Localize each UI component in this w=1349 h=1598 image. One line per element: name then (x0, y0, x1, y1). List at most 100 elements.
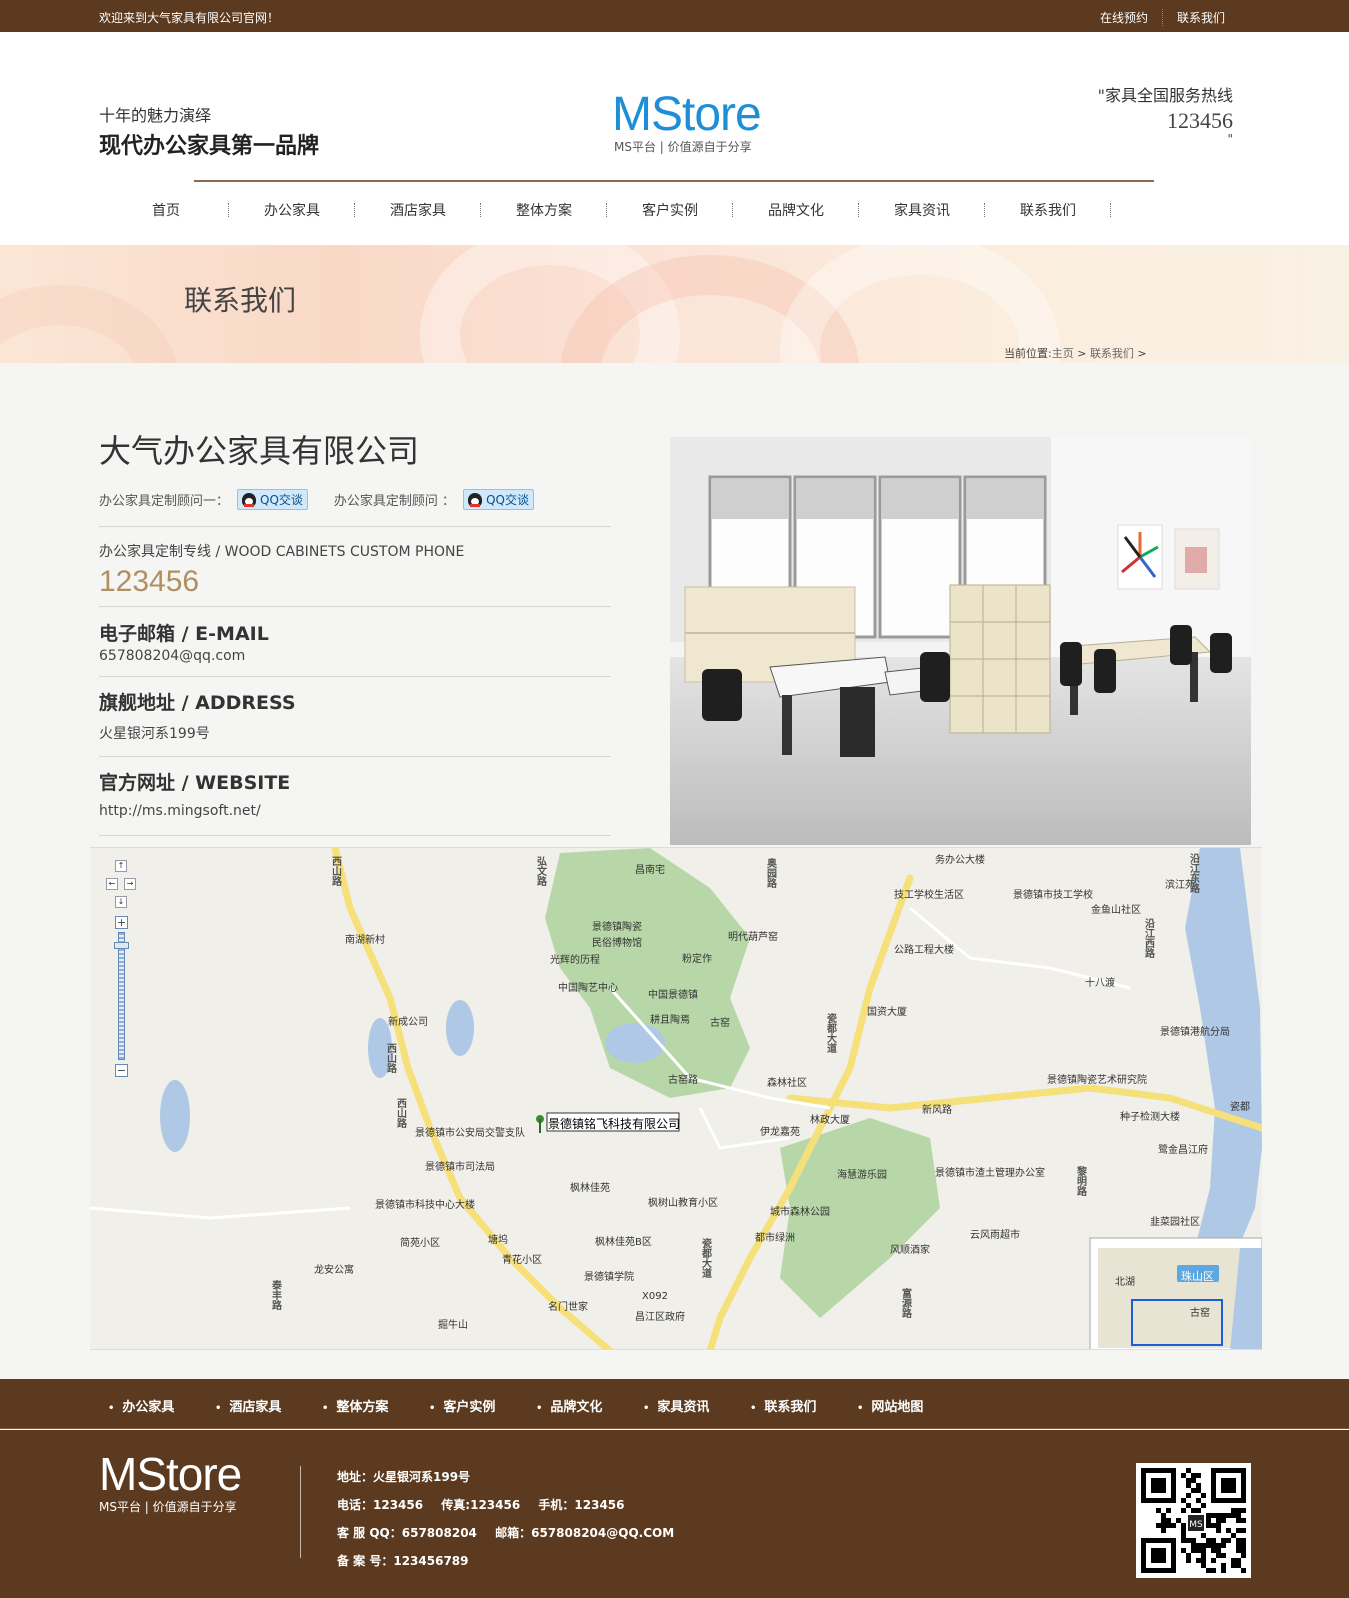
footer-nav-items: 办公家具 酒店家具 整体方案 客户实例 品牌文化 家具资讯 联系我们 网站地图 (108, 1396, 964, 1415)
website-title: 官方网址 / WEBSITE (99, 772, 291, 794)
nav-item-cases[interactable]: 客户实例 (607, 200, 733, 220)
map-place-label: 掘牛山 (438, 1318, 468, 1331)
pan-up-icon[interactable]: ↑ (115, 860, 127, 872)
map-place-label: 富源路 (900, 1287, 912, 1319)
map-place-label: 瓷都大道 (700, 1237, 713, 1279)
qq-button-label: QQ交谈 (486, 493, 529, 507)
footer-nav-sitemap[interactable]: 网站地图 (857, 1396, 964, 1415)
map-place-label: 龙安公寓 (314, 1263, 354, 1276)
map-place-label: 技工学校生活区 (894, 888, 964, 901)
address-value: 火星银河系199号 (99, 726, 210, 742)
nav-item-hotel-furniture[interactable]: 酒店家具 (355, 200, 481, 220)
email-value[interactable]: 657808204@qq.com (99, 648, 245, 664)
qr-code: MS (1136, 1463, 1251, 1578)
footer-nav-cases[interactable]: 客户实例 (429, 1396, 536, 1415)
zoom-slider[interactable] (118, 932, 125, 1060)
banner-decoration (0, 285, 180, 363)
map-place-label: 西山路 (330, 856, 342, 887)
footer: MStore MS平台 | 价值源自于分享 地址：火星银河系199号 电话：12… (0, 1430, 1349, 1598)
map-place-label: 城市森林公园 (770, 1205, 830, 1218)
top-link-contact[interactable]: 联系我们 (1161, 9, 1239, 26)
logo-tagline: MS平台 | 价值源自于分享 (614, 140, 752, 154)
map-place-label: 沿江西路 (1143, 917, 1155, 959)
map-place-label: 风顺酒家 (890, 1243, 930, 1256)
pan-left-icon[interactable]: ← (106, 878, 118, 890)
breadcrumb-current[interactable]: 联系我们 (1090, 347, 1134, 360)
hotline: "家具全国服务热线 123456 " (1098, 82, 1233, 146)
top-bar: 欢迎来到大气家具有限公司官网！ 在线预约 联系我们 (0, 0, 1349, 32)
breadcrumb-home[interactable]: 主页 (1052, 347, 1074, 360)
footer-info: 地址：火星银河系199号 电话：123456 传真:123456 手机：1234… (337, 1463, 688, 1575)
map-place-label: 景德镇市司法局 (425, 1160, 495, 1173)
map-place-label: 青花小区 (502, 1253, 542, 1266)
nav-item-solutions[interactable]: 整体方案 (481, 200, 607, 220)
logo-name: MStore (612, 88, 762, 141)
nav-item-brand[interactable]: 品牌文化 (733, 200, 859, 220)
map-place-label: 景德镇陶瓷艺术研究院 (1047, 1073, 1147, 1086)
footer-nav-solutions[interactable]: 整体方案 (322, 1396, 429, 1415)
qq-chat-button-1[interactable]: QQ交谈 (237, 489, 308, 510)
footer-qq: 客 服 QQ：657808204 (337, 1526, 477, 1540)
zoom-slider-handle[interactable] (114, 942, 129, 949)
map-place-label: 奥园路 (765, 857, 777, 889)
footer-logo-tagline: MS平台 | 价值源自于分享 (99, 1500, 237, 1514)
map-marker-label[interactable]: 景德镇铭飞科技有限公司 (548, 1115, 680, 1132)
main-nav: 首页 办公家具 酒店家具 整体方案 客户实例 品牌文化 家具资讯 联系我们 (103, 200, 1111, 220)
website-value[interactable]: http://ms.mingsoft.net/ (99, 803, 261, 819)
hotline-close-quote: " (1227, 132, 1233, 146)
map-place-label: 黎明路 (1075, 1165, 1087, 1197)
map-place-label: 韭菜园社区 (1150, 1215, 1200, 1228)
map-place-label: 塘坞 (488, 1233, 508, 1246)
map-place-label: 泰丰路 (270, 1279, 283, 1311)
qq-chat-button-2[interactable]: QQ交谈 (463, 489, 534, 510)
map-place-label: 古窑 (710, 1016, 730, 1029)
map-place-label: 南湖新村 (345, 933, 385, 946)
footer-icp: 备 案 号：123456789 (337, 1554, 469, 1568)
footer-logo[interactable]: MStore MS平台 | 价值源自于分享 (99, 1448, 242, 1515)
map-place-label: X092 (642, 1291, 668, 1302)
map-place-label: 弘文路 (535, 855, 547, 887)
nav-item-news[interactable]: 家具资讯 (859, 200, 985, 220)
map-canvas[interactable]: 西山路南湖新村新成公司西山路西山路景德镇市公安局交警支队景德镇市司法局景德镇市科… (90, 848, 1262, 1350)
divider (99, 835, 611, 836)
map-zoom-controls: ↑ ← → ↓ + − (106, 860, 136, 1080)
footer-nav-office[interactable]: 办公家具 (108, 1396, 215, 1415)
pan-down-icon[interactable]: ↓ (115, 896, 127, 908)
map-place-label: 昌江区政府 (635, 1310, 685, 1323)
map-place-label: 新风路 (922, 1103, 952, 1116)
map-place-label: 景德镇市公安局交警支队 (415, 1126, 525, 1139)
map-place-label: 明代葫芦窑 (728, 930, 778, 943)
footer-nav-contact[interactable]: 联系我们 (750, 1396, 857, 1415)
map-place-label: 沿江东路 (1188, 852, 1200, 894)
map-place-label: 枫树山教育小区 (648, 1196, 718, 1209)
footer-nav-hotel[interactable]: 酒店家具 (215, 1396, 322, 1415)
footer-nav-brand[interactable]: 品牌文化 (536, 1396, 643, 1415)
footer-mail: 邮箱：657808204@QQ.COM (495, 1526, 675, 1540)
office-photo (670, 437, 1251, 845)
nav-item-contact[interactable]: 联系我们 (985, 200, 1111, 220)
footer-logo-name: MStore (99, 1448, 242, 1500)
map-place-label: 古窑路 (668, 1073, 698, 1086)
pan-right-icon[interactable]: → (124, 878, 136, 890)
map-place-label: 景德镇港航分局 (1160, 1025, 1230, 1038)
nav-item-office-furniture[interactable]: 办公家具 (229, 200, 355, 220)
map-place-label: 鹭金昌江府 (1158, 1143, 1208, 1156)
map-place-label: 枫林佳苑B区 (595, 1235, 652, 1248)
divider (99, 606, 611, 607)
divider (99, 526, 611, 527)
phone-number: 123456 (99, 565, 200, 598)
breadcrumb-sep: > (1133, 347, 1147, 360)
zoom-in-button[interactable]: + (115, 916, 128, 929)
top-link-booking[interactable]: 在线预约 (1086, 9, 1162, 26)
nav-item-home[interactable]: 首页 (103, 200, 229, 220)
zoom-out-button[interactable]: − (115, 1064, 128, 1077)
footer-nav-news[interactable]: 家具资讯 (643, 1396, 750, 1415)
hotline-number: 123456 (1167, 108, 1233, 133)
site-logo[interactable]: MStore MS平台 | 价值源自于分享 (612, 88, 762, 155)
overview-label: 珠山区 (1181, 1270, 1214, 1283)
map-place-label: 中国陶艺中心 (558, 981, 618, 994)
footer-address: 地址：火星银河系199号 (337, 1470, 471, 1484)
address-title: 旗舰地址 / ADDRESS (99, 692, 296, 714)
map-place-label: 海慧游乐园 (837, 1168, 887, 1181)
location-map[interactable]: 西山路 南湖新村 新成公司 西山路 西山路 景德镇市公安局交警支队 景德镇市司法局 景德镇市科… (90, 847, 1262, 1350)
